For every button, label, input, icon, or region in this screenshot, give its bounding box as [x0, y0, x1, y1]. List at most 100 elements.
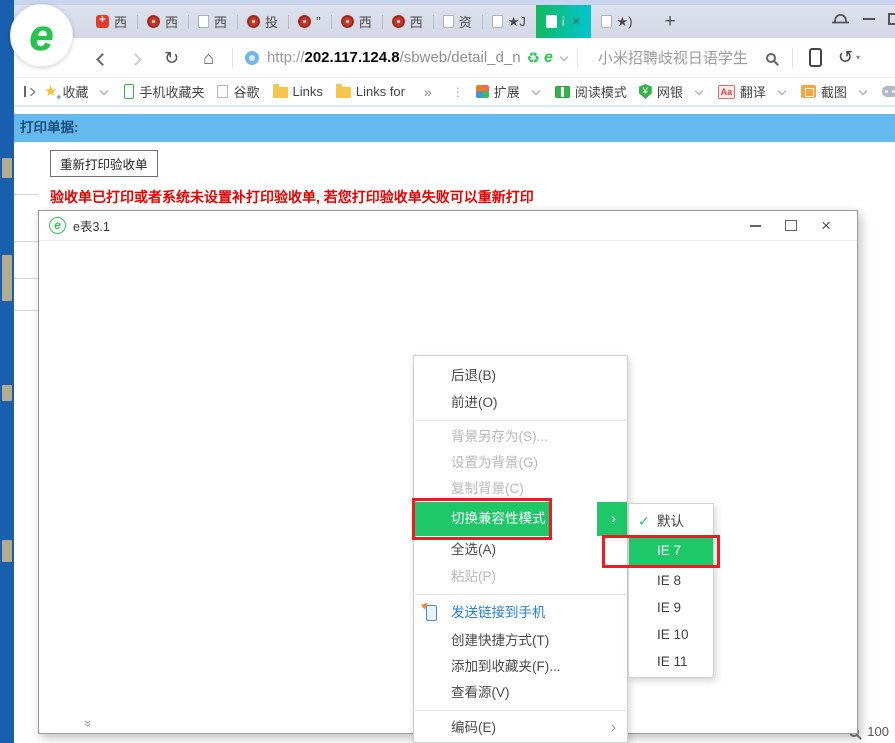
- screenshot-button[interactable]: 截图: [801, 82, 870, 101]
- bookmark-google[interactable]: 谷歌: [217, 82, 259, 101]
- chevron-down-icon: [695, 86, 703, 94]
- browser-tab[interactable]: ★): [591, 5, 643, 38]
- translate-button[interactable]: 翻译: [718, 82, 789, 101]
- undo-dropdown-icon[interactable]: ▾: [856, 53, 860, 62]
- tab-label: 西: [359, 12, 372, 31]
- emblem-favicon-icon: [341, 15, 354, 28]
- bookmark-links-folder[interactable]: Links: [273, 84, 323, 99]
- home-button[interactable]: ⌂: [191, 49, 226, 67]
- minimize-window-icon[interactable]: [863, 18, 875, 20]
- favorites-menu[interactable]: ★收藏: [44, 82, 111, 101]
- close-tab-icon[interactable]: ×: [572, 13, 581, 30]
- url-field[interactable]: http://202.117.124.8/sbweb/detail_d_n: [267, 49, 521, 66]
- bookmark-label: Links for: [356, 84, 405, 99]
- menu-item-forward[interactable]: 前进(O): [414, 390, 627, 416]
- online-banking-button[interactable]: 网银: [639, 82, 706, 101]
- tab-label: 西: [165, 12, 178, 31]
- menu-item-view-source[interactable]: 查看源(V): [414, 680, 627, 706]
- emblem-favicon-icon: [147, 15, 160, 28]
- drag-handle-icon: ⋮: [452, 85, 464, 99]
- menu-item-back[interactable]: 后退(B): [414, 362, 627, 390]
- browser-logo[interactable]: e: [10, 4, 73, 67]
- speed-mode-icon[interactable]: ♻: [527, 49, 540, 67]
- engine-dropdown-icon[interactable]: [560, 52, 568, 60]
- games-button[interactable]: 游戏: [882, 82, 895, 101]
- url-scheme: http://: [267, 49, 305, 66]
- browser-tab[interactable]: ★J: [482, 5, 536, 38]
- menu-item-send-link-to-phone[interactable]: 发送链接到手机: [414, 598, 627, 628]
- page-favicon-icon: [601, 15, 612, 28]
- submenu-item-label: 默认: [657, 514, 684, 529]
- page-favicon-icon: [198, 15, 209, 28]
- desktop-background-strip: [0, 0, 14, 743]
- tab-strip: 西 西 西 投 " 西 西 资 ★J i× ★) +: [86, 5, 684, 38]
- submenu-item-ie8[interactable]: IE 8: [629, 567, 713, 594]
- dialog-close-icon[interactable]: ×: [821, 217, 831, 234]
- page-favicon-icon: [443, 15, 454, 28]
- bookmarks-bar: ★收藏 手机收藏夹 谷歌 Links Links for » ⋮ 扩展 阅读模式…: [14, 78, 895, 107]
- browser-tab[interactable]: 投: [237, 5, 288, 38]
- undo-closed-tab-icon[interactable]: ↺: [838, 47, 853, 68]
- menu-item-create-shortcut[interactable]: 创建快捷方式(T): [414, 628, 627, 654]
- browser-logo-letter: e: [29, 14, 53, 58]
- tab-label: 西: [410, 12, 423, 31]
- dialog-title-bar[interactable]: e e表3.1 ×: [39, 211, 857, 241]
- submenu-item-ie10[interactable]: IE 10: [629, 621, 713, 648]
- browser-tab[interactable]: ": [288, 5, 331, 38]
- menu-item-encoding[interactable]: 编码(E) ›: [414, 714, 627, 742]
- bookmark-links-for-folder[interactable]: Links for: [336, 84, 405, 99]
- browser-tab[interactable]: 资: [433, 5, 482, 38]
- tab-bar: 西 西 西 投 " 西 西 资 ★J i× ★) +: [14, 0, 895, 38]
- submenu-item-ie11[interactable]: IE 11: [629, 648, 713, 675]
- chevron-down-icon: [778, 86, 786, 94]
- search-suggestion-text[interactable]: 小米招聘歧视日语学生: [598, 47, 748, 68]
- bookmark-label: Links: [293, 84, 323, 99]
- back-button[interactable]: [86, 49, 119, 67]
- menu-item-add-to-favorites[interactable]: 添加到收藏夹(F)...: [414, 654, 627, 680]
- maximize-window-icon[interactable]: [888, 13, 895, 25]
- forward-icon: [129, 53, 142, 66]
- browser-tab-active[interactable]: i×: [536, 5, 591, 38]
- menu-item-label: 切换兼容性模式: [451, 511, 546, 526]
- dialog-collapse-icon[interactable]: »: [81, 720, 96, 727]
- menu-separator: [415, 420, 626, 421]
- bookmarks-overflow-icon[interactable]: »: [424, 84, 432, 100]
- browser-tab[interactable]: 西: [382, 5, 433, 38]
- phone-icon: [124, 84, 134, 99]
- reading-mode-button[interactable]: 阅读模式: [555, 82, 627, 101]
- submenu-item-ie9[interactable]: IE 9: [629, 594, 713, 621]
- tab-label: ": [316, 14, 321, 29]
- url-host: 202.117.124.8: [305, 49, 400, 66]
- mobile-view-icon[interactable]: [809, 48, 822, 67]
- tab-label: 西: [114, 12, 127, 31]
- forward-button[interactable]: [119, 49, 152, 67]
- search-icon[interactable]: [766, 53, 776, 63]
- new-tab-button[interactable]: +: [657, 11, 684, 33]
- page-section-header: 打印单据:: [14, 114, 895, 142]
- screenshot-icon: [801, 85, 816, 98]
- skin-hat-icon[interactable]: [831, 11, 850, 27]
- tab-label: i: [562, 14, 565, 29]
- browser-tab[interactable]: 西: [137, 5, 188, 38]
- reprint-receipt-button[interactable]: 重新打印验收单: [50, 150, 158, 177]
- bookmark-mobile-folder[interactable]: 手机收藏夹: [124, 82, 204, 101]
- refresh-button[interactable]: ↻: [152, 49, 191, 67]
- dialog-maximize-icon[interactable]: [785, 220, 797, 231]
- extensions-button[interactable]: 扩展: [476, 82, 543, 101]
- send-to-phone-icon: [426, 605, 437, 621]
- browser-tab[interactable]: 西: [331, 5, 382, 38]
- menu-item-select-all[interactable]: 全选(A): [414, 536, 627, 564]
- submenu-item-default[interactable]: ✓ 默认: [629, 508, 713, 535]
- dialog-title: e表3.1: [73, 216, 110, 235]
- menu-item-switch-compatibility-mode[interactable]: 切换兼容性模式 ›: [414, 502, 627, 536]
- emblem-favicon-icon: [392, 15, 405, 28]
- browser-tab[interactable]: 西: [86, 5, 137, 38]
- site-info-icon[interactable]: [245, 51, 259, 65]
- submenu-item-ie7[interactable]: IE 7: [629, 535, 713, 567]
- browser-tab[interactable]: 西: [188, 5, 237, 38]
- shield-favicon-icon: [96, 15, 109, 28]
- sidebar-toggle-icon[interactable]: [24, 86, 34, 97]
- compat-engine-icon[interactable]: e: [544, 49, 553, 67]
- dialog-minimize-icon[interactable]: [750, 225, 761, 227]
- folder-icon: [273, 87, 288, 98]
